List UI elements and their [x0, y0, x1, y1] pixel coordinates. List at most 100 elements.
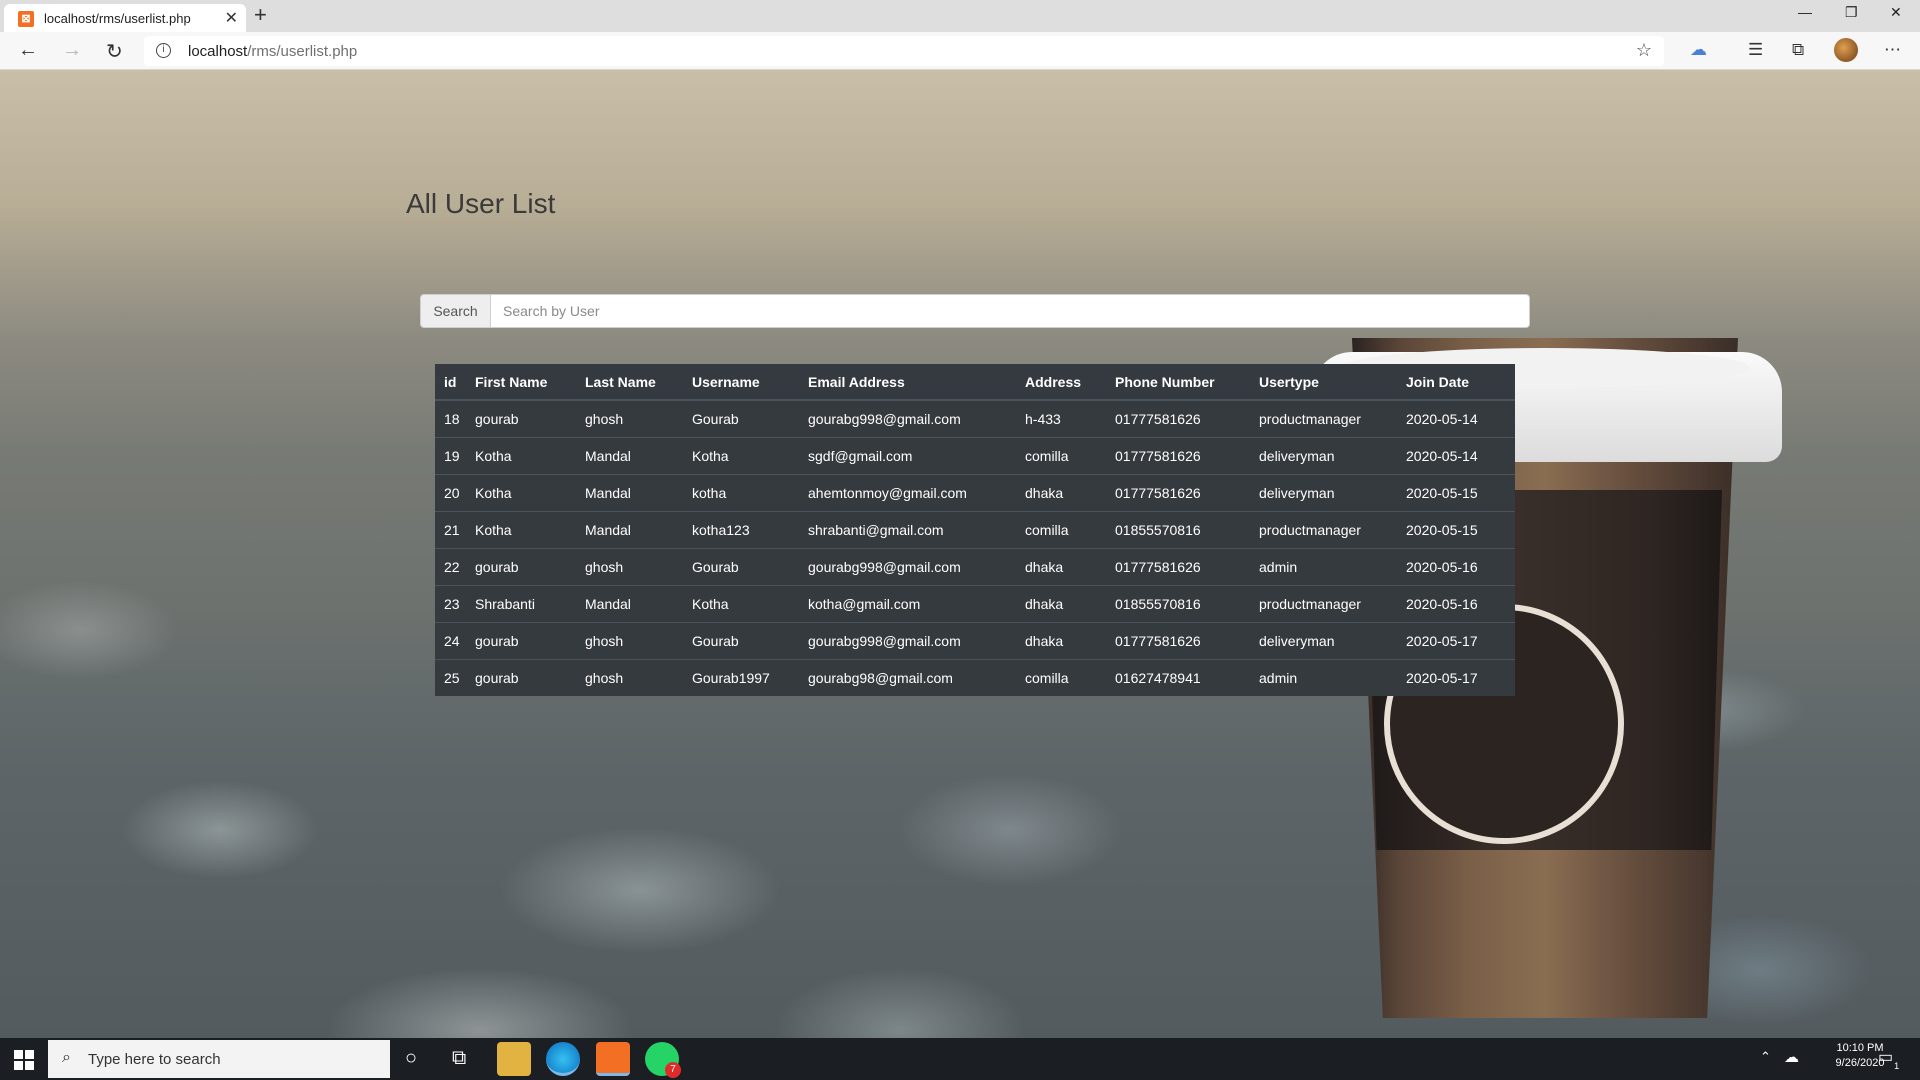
cell-join-date: 2020-05-17: [1397, 658, 1515, 696]
cell-join-date: 2020-05-14: [1397, 399, 1515, 437]
cell-join-date: 2020-05-17: [1397, 621, 1515, 659]
cell-usertype: deliveryman: [1250, 473, 1397, 511]
search-icon: ⌕: [62, 1049, 71, 1066]
cell-address: dhaka: [1016, 621, 1106, 659]
cell-email: gourabg98@gmail.com: [799, 658, 1016, 696]
cell-username: Gourab1997: [683, 658, 799, 696]
xampp-favicon-icon: ⊠: [18, 11, 34, 27]
col-header-phone: Phone Number: [1106, 364, 1250, 401]
table-row: 24 gourab ghosh Gourab gourabg998@gmail.…: [435, 621, 1515, 659]
user-table: id First Name Last Name Username Email A…: [435, 364, 1515, 696]
taskbar-search-text: Type here to search: [88, 1051, 221, 1068]
search-input[interactable]: [491, 294, 1530, 328]
refresh-button[interactable]: ↻: [106, 39, 123, 64]
cell-id: 19: [435, 436, 466, 474]
table-row: 20 Kotha Mandal kotha ahemtonmoy@gmail.c…: [435, 473, 1515, 511]
windows-taskbar: ⌕ Type here to search ○ ⧉ 7 ⌃ ☁ 10:10 PM…: [0, 1038, 1920, 1080]
close-tab-icon[interactable]: ✕: [225, 8, 238, 28]
cell-phone: 01777581626: [1106, 547, 1250, 585]
table-header-row: id First Name Last Name Username Email A…: [435, 364, 1515, 401]
cell-email: gourabg998@gmail.com: [799, 547, 1016, 585]
site-info-icon[interactable]: i: [156, 43, 171, 58]
url-text[interactable]: localhost/rms/userlist.php: [188, 43, 357, 60]
cell-first-name: Kotha: [466, 436, 576, 474]
cell-join-date: 2020-05-16: [1397, 547, 1515, 585]
browser-tab-strip: ⊠ localhost/rms/userlist.php ✕ + — ❐ ✕: [0, 0, 1920, 32]
favorite-star-icon[interactable]: ☆: [1636, 40, 1652, 61]
windows-start-icon[interactable]: [14, 1050, 34, 1070]
cell-join-date: 2020-05-15: [1397, 473, 1515, 511]
back-button[interactable]: ←: [18, 39, 38, 62]
notification-center-icon[interactable]: ▭ 1: [1878, 1047, 1899, 1071]
favorites-icon[interactable]: ☰: [1748, 40, 1763, 60]
browser-tab[interactable]: ⊠ localhost/rms/userlist.php ✕: [4, 4, 246, 32]
show-hidden-icons-chevron-icon[interactable]: ⌃: [1760, 1049, 1771, 1065]
cell-last-name: Mandal: [576, 584, 683, 622]
cell-username: Kotha: [683, 436, 799, 474]
cell-phone: 01777581626: [1106, 399, 1250, 437]
xampp-icon[interactable]: [596, 1042, 630, 1076]
cell-id: 23: [435, 584, 466, 622]
cell-username: Gourab: [683, 621, 799, 659]
cell-phone: 01627478941: [1106, 658, 1250, 696]
cell-first-name: gourab: [466, 658, 576, 696]
col-header-email: Email Address: [799, 364, 1016, 401]
cell-email: gourabg998@gmail.com: [799, 621, 1016, 659]
cell-address: dhaka: [1016, 584, 1106, 622]
url-host: localhost: [188, 43, 248, 60]
search-group: Search: [420, 294, 1530, 328]
cell-id: 21: [435, 510, 466, 548]
table-row: 22 gourab ghosh Gourab gourabg998@gmail.…: [435, 547, 1515, 585]
profile-avatar[interactable]: [1834, 38, 1858, 62]
browser-toolbar: ← → ↻ i localhost/rms/userlist.php ☆ ☁ ☰…: [0, 32, 1920, 70]
cell-last-name: ghosh: [576, 399, 683, 437]
new-tab-button[interactable]: +: [254, 2, 267, 28]
cell-join-date: 2020-05-15: [1397, 510, 1515, 548]
cell-last-name: ghosh: [576, 658, 683, 696]
cell-join-date: 2020-05-16: [1397, 584, 1515, 622]
onedrive-cloud-icon[interactable]: ☁: [1784, 1048, 1799, 1066]
file-explorer-icon[interactable]: [497, 1042, 531, 1076]
cell-last-name: ghosh: [576, 547, 683, 585]
address-bar[interactable]: i localhost/rms/userlist.php ☆: [144, 36, 1664, 66]
collections-icon[interactable]: ⧉: [1792, 40, 1804, 60]
cell-usertype: productmanager: [1250, 399, 1397, 437]
search-button[interactable]: Search: [420, 294, 491, 328]
cell-first-name: Kotha: [466, 473, 576, 511]
cell-first-name: gourab: [466, 399, 576, 437]
task-view-icon[interactable]: ⧉: [452, 1047, 466, 1070]
cortana-icon[interactable]: ○: [405, 1047, 417, 1070]
cell-first-name: gourab: [466, 547, 576, 585]
cell-username: Kotha: [683, 584, 799, 622]
forward-button[interactable]: →: [62, 39, 82, 62]
table-row: 25 gourab ghosh Gourab1997 gourabg98@gma…: [435, 658, 1515, 696]
col-header-join-date: Join Date: [1397, 364, 1515, 401]
url-path: /rms/userlist.php: [247, 43, 358, 60]
cell-username: kotha123: [683, 510, 799, 548]
table-row: 23 Shrabanti Mandal Kotha kotha@gmail.co…: [435, 584, 1515, 622]
cell-id: 22: [435, 547, 466, 585]
cell-username: Gourab: [683, 547, 799, 585]
page-viewport: All User List Search id First Name Last …: [0, 70, 1920, 1038]
cell-email: gourabg998@gmail.com: [799, 399, 1016, 437]
edge-browser-icon[interactable]: [546, 1042, 580, 1076]
cell-first-name: Shrabanti: [466, 584, 576, 622]
cloud-extension-icon[interactable]: ☁: [1690, 40, 1707, 60]
cell-id: 20: [435, 473, 466, 511]
cell-last-name: ghosh: [576, 621, 683, 659]
cell-first-name: Kotha: [466, 510, 576, 548]
restore-button[interactable]: ❐: [1845, 4, 1858, 21]
cell-id: 24: [435, 621, 466, 659]
cell-usertype: deliveryman: [1250, 621, 1397, 659]
col-header-usertype: Usertype: [1250, 364, 1397, 401]
cell-phone: 01855570816: [1106, 584, 1250, 622]
notification-count: 1: [1894, 1061, 1900, 1071]
taskbar-search-box[interactable]: ⌕ Type here to search: [48, 1040, 390, 1078]
minimize-button[interactable]: —: [1798, 4, 1812, 20]
cell-email: ahemtonmoy@gmail.com: [799, 473, 1016, 511]
cell-email: sgdf@gmail.com: [799, 436, 1016, 474]
cell-phone: 01777581626: [1106, 436, 1250, 474]
settings-more-icon[interactable]: ⋯: [1884, 40, 1901, 60]
close-window-button[interactable]: ✕: [1890, 4, 1902, 21]
whatsapp-icon[interactable]: 7: [645, 1042, 681, 1078]
